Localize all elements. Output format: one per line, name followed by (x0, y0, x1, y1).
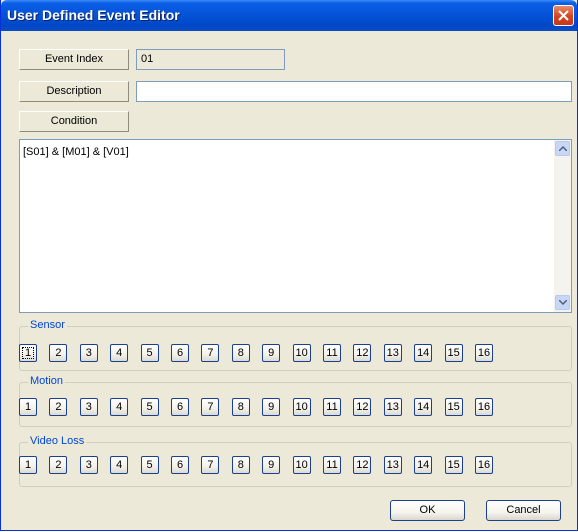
event-index-value: 01 (136, 49, 285, 70)
sensor-button-4[interactable]: 4 (110, 344, 129, 362)
sensor-button-2[interactable]: 2 (49, 344, 68, 362)
sensor-button-7[interactable]: 7 (201, 344, 220, 362)
ok-button[interactable]: OK (390, 500, 465, 521)
video-loss-button-2[interactable]: 2 (49, 456, 68, 474)
condition-scrollbar[interactable] (554, 140, 571, 312)
motion-button-4[interactable]: 4 (110, 398, 129, 416)
condition-text: [S01] & [M01] & [V01] (23, 146, 129, 158)
motion-button-2[interactable]: 2 (49, 398, 68, 416)
motion-button-7[interactable]: 7 (201, 398, 220, 416)
video-loss-button-15[interactable]: 15 (444, 456, 463, 474)
video-loss-button-12[interactable]: 12 (353, 456, 372, 474)
video-loss-button-13[interactable]: 13 (383, 456, 402, 474)
sensor-button-14[interactable]: 14 (414, 344, 433, 362)
video-loss-button-9[interactable]: 9 (262, 456, 281, 474)
motion-button-13[interactable]: 13 (383, 398, 402, 416)
condition-textarea[interactable]: [S01] & [M01] & [V01] (19, 139, 572, 313)
video-loss-button-16[interactable]: 16 (475, 456, 493, 474)
close-button[interactable] (553, 5, 574, 26)
description-input[interactable] (136, 81, 572, 102)
motion-button-1[interactable]: 1 (19, 398, 37, 416)
sensor-button-13[interactable]: 13 (383, 344, 402, 362)
video-loss-button-4[interactable]: 4 (110, 456, 129, 474)
video-loss-group-label: Video Loss (28, 435, 87, 447)
motion-button-9[interactable]: 9 (262, 398, 281, 416)
condition-label: Condition (19, 111, 129, 132)
sensor-button-1[interactable]: 1 (19, 344, 37, 362)
motion-button-3[interactable]: 3 (79, 398, 98, 416)
motion-button-15[interactable]: 15 (444, 398, 463, 416)
sensor-button-10[interactable]: 10 (292, 344, 311, 362)
sensor-button-8[interactable]: 8 (231, 344, 250, 362)
sensor-button-6[interactable]: 6 (171, 344, 189, 362)
video-loss-button-14[interactable]: 14 (414, 456, 433, 474)
motion-button-5[interactable]: 5 (140, 398, 159, 416)
scroll-down-button[interactable] (555, 295, 570, 310)
video-loss-button-3[interactable]: 3 (79, 456, 98, 474)
motion-button-16[interactable]: 16 (475, 398, 493, 416)
sensor-button-12[interactable]: 12 (353, 344, 372, 362)
event-editor-dialog: User Defined Event Editor Event Index 01… (0, 0, 578, 531)
sensor-button-16[interactable]: 16 (475, 344, 493, 362)
sensor-button-3[interactable]: 3 (79, 344, 98, 362)
motion-group-label: Motion (28, 375, 66, 387)
video-loss-button-11[interactable]: 11 (323, 456, 341, 474)
video-loss-button-7[interactable]: 7 (201, 456, 220, 474)
scroll-up-button[interactable] (555, 141, 570, 156)
dialog-body: Event Index 01 Description Condition [S0… (1, 31, 577, 530)
video-loss-button-5[interactable]: 5 (140, 456, 159, 474)
sensor-button-15[interactable]: 15 (444, 344, 463, 362)
video-loss-button-1[interactable]: 1 (19, 456, 37, 474)
motion-button-12[interactable]: 12 (353, 398, 372, 416)
video-loss-button-8[interactable]: 8 (231, 456, 250, 474)
motion-button-14[interactable]: 14 (414, 398, 433, 416)
video-loss-button-10[interactable]: 10 (292, 456, 311, 474)
video-loss-button-6[interactable]: 6 (171, 456, 189, 474)
sensor-group-label: Sensor (28, 319, 67, 331)
sensor-button-9[interactable]: 9 (262, 344, 281, 362)
description-label: Description (19, 81, 129, 102)
sensor-button-5[interactable]: 5 (140, 344, 159, 362)
motion-button-8[interactable]: 8 (231, 398, 250, 416)
motion-button-6[interactable]: 6 (171, 398, 189, 416)
sensor-button-11[interactable]: 11 (323, 344, 341, 362)
motion-button-10[interactable]: 10 (292, 398, 311, 416)
motion-button-11[interactable]: 11 (323, 398, 341, 416)
window-title: User Defined Event Editor (7, 7, 180, 23)
event-index-label: Event Index (19, 49, 129, 70)
title-bar[interactable]: User Defined Event Editor (1, 0, 577, 31)
cancel-button[interactable]: Cancel (486, 500, 561, 521)
